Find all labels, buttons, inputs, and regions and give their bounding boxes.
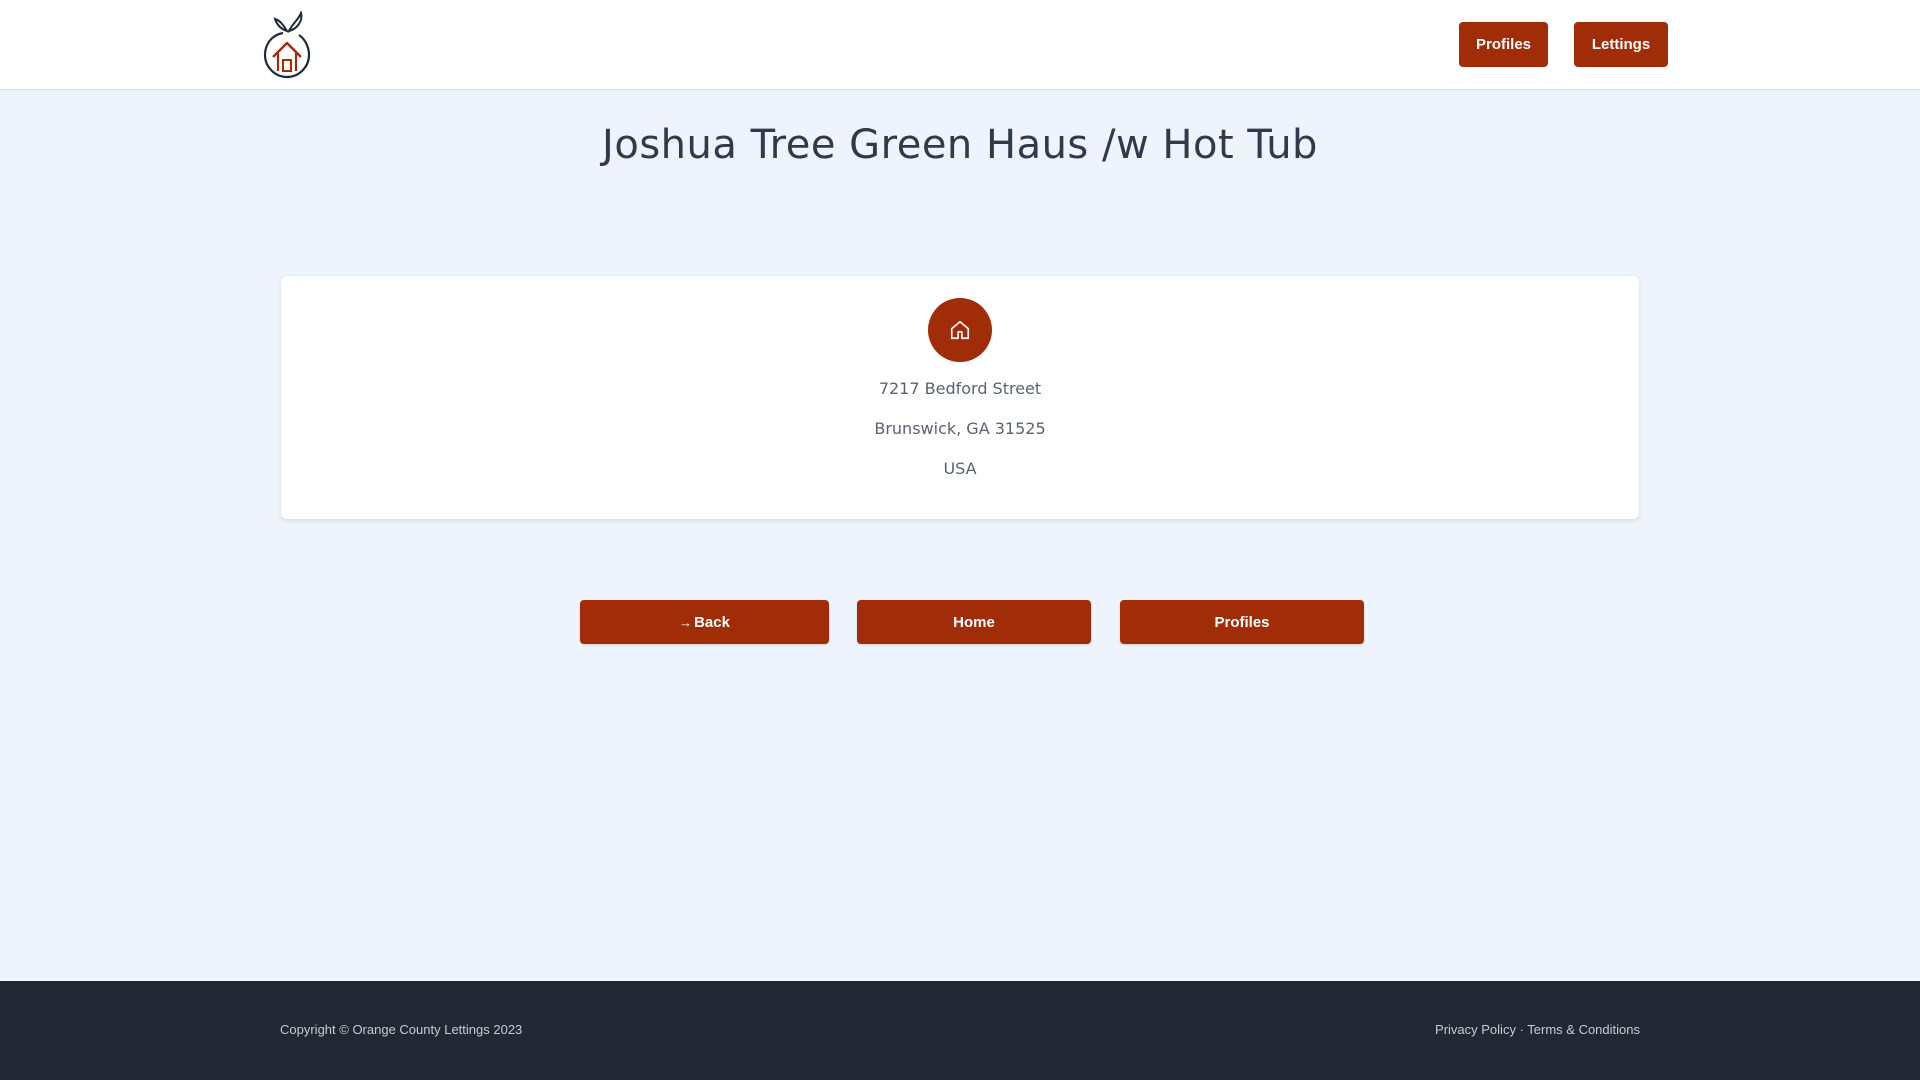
page-footer: Copyright © Orange County Lettings 2023 …: [0, 981, 1920, 1080]
address-street: 7217 Bedford Street: [878, 379, 1042, 398]
nav-profiles-button[interactable]: Profiles: [1459, 22, 1548, 67]
footer-links: Privacy Policy · Terms & Conditions: [1435, 1022, 1640, 1037]
arrow-right-icon: →: [679, 614, 693, 630]
back-button[interactable]: → Back: [580, 600, 829, 644]
footer-copyright: Copyright © Orange County Lettings 2023: [280, 1022, 523, 1037]
home-icon: [928, 298, 992, 362]
profiles-button[interactable]: Profiles: [1120, 600, 1364, 644]
address-city-line: Brunswick, GA 31525: [874, 419, 1046, 438]
top-navbar: Profiles Lettings: [0, 0, 1920, 90]
home-button[interactable]: Home: [857, 600, 1091, 644]
orange-house-logo-icon[interactable]: [263, 9, 313, 79]
address-country: USA: [943, 459, 977, 478]
page-title: Joshua Tree Green Haus /w Hot Tub: [602, 122, 1318, 168]
privacy-policy-link[interactable]: Privacy Policy: [1435, 1022, 1516, 1037]
home-button-label: Home: [953, 613, 995, 631]
nav-lettings-button[interactable]: Lettings: [1574, 22, 1668, 67]
address-card: 7217 Bedford Street Brunswick, GA 31525 …: [281, 276, 1639, 519]
profiles-button-label: Profiles: [1214, 613, 1270, 631]
terms-conditions-link[interactable]: Terms & Conditions: [1527, 1022, 1640, 1037]
footer-separator: ·: [1515, 1022, 1528, 1037]
back-button-label: Back: [694, 613, 730, 631]
